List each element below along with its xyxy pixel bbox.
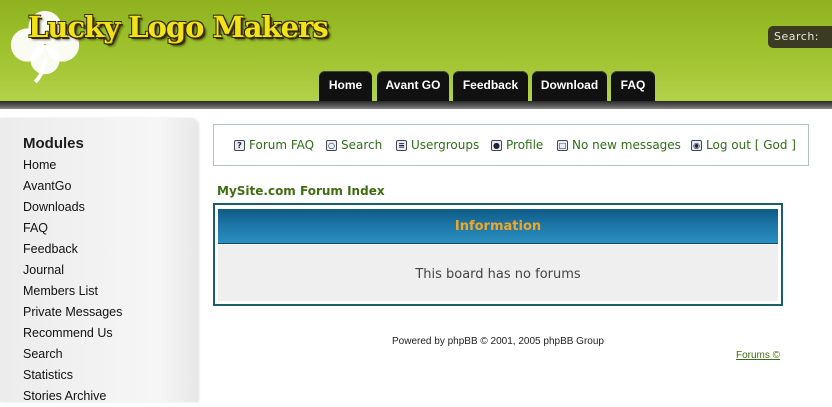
module-link-members-list[interactable]: Members List [23,281,122,302]
module-link-downloads[interactable]: Downloads [23,197,122,218]
header-divider [0,101,832,109]
profile-link[interactable]: ● Profile [491,138,543,152]
module-link-search[interactable]: Search [23,344,122,365]
information-panel: Information This board has no forums [213,203,783,306]
usergroups-link[interactable]: ≡ Usergroups [396,138,479,152]
module-link-stories-archive[interactable]: Stories Archive [23,386,122,407]
nav-home[interactable]: Home [319,71,372,101]
forum-index-link[interactable]: MySite.com Forum Index [217,184,385,198]
nav-avant-go[interactable]: Avant GO [377,71,449,101]
module-link-statistics[interactable]: Statistics [23,365,122,386]
logout-icon: ◉ [691,139,702,151]
module-link-home[interactable]: Home [23,155,122,176]
faq-icon: ? [234,139,245,151]
logout-link[interactable]: ◉ Log out [ God ] [691,138,796,152]
module-link-avantgo[interactable]: AvantGo [23,176,122,197]
powered-by-text: Powered by phpBB © 2001, 2005 phpBB Grou… [392,336,604,347]
messages-link[interactable]: □ No new messages [557,138,681,152]
forums-copyright-link[interactable]: Forums © [736,350,780,361]
nav-faq[interactable]: FAQ [611,71,655,101]
module-link-recommend-us[interactable]: Recommend Us [23,323,122,344]
logout-label: Log out [ God ] [706,138,796,152]
forum-faq-link[interactable]: ? Forum FAQ [234,138,314,152]
profile-label: Profile [506,138,544,152]
forum-faq-label: Forum FAQ [249,138,315,152]
forum-nav-box: ? Forum FAQ ○ Search ≡ Usergroups ● Prof… [213,124,809,166]
profile-icon: ● [491,139,502,151]
nav-feedback[interactable]: Feedback [453,71,528,101]
site-header: Lucky Logo Makers Search: Home Avant GO … [0,0,832,101]
module-link-feedback[interactable]: Feedback [23,239,122,260]
nav-download[interactable]: Download [532,71,607,101]
site-logo-text[interactable]: Lucky Logo Makers [28,10,329,44]
search-icon: ○ [326,139,337,151]
messages-icon: □ [557,139,568,151]
information-message: This board has no forums [218,245,778,301]
usergroups-label: Usergroups [411,138,480,152]
modules-title: Modules [23,135,84,152]
module-link-private-messages[interactable]: Private Messages [23,302,122,323]
forum-search-link[interactable]: ○ Search [326,138,382,152]
information-header: Information [218,209,778,244]
module-link-faq[interactable]: FAQ [23,218,122,239]
module-link-journal[interactable]: Journal [23,260,122,281]
header-search-box[interactable]: Search: [768,26,832,48]
forum-search-label: Search [341,138,383,152]
messages-label: No new messages [572,138,681,152]
modules-list: Home AvantGo Downloads FAQ Feedback Jour… [23,155,122,407]
modules-sidebar: Modules Home AvantGo Downloads FAQ Feedb… [0,118,198,403]
usergroups-icon: ≡ [396,139,407,151]
